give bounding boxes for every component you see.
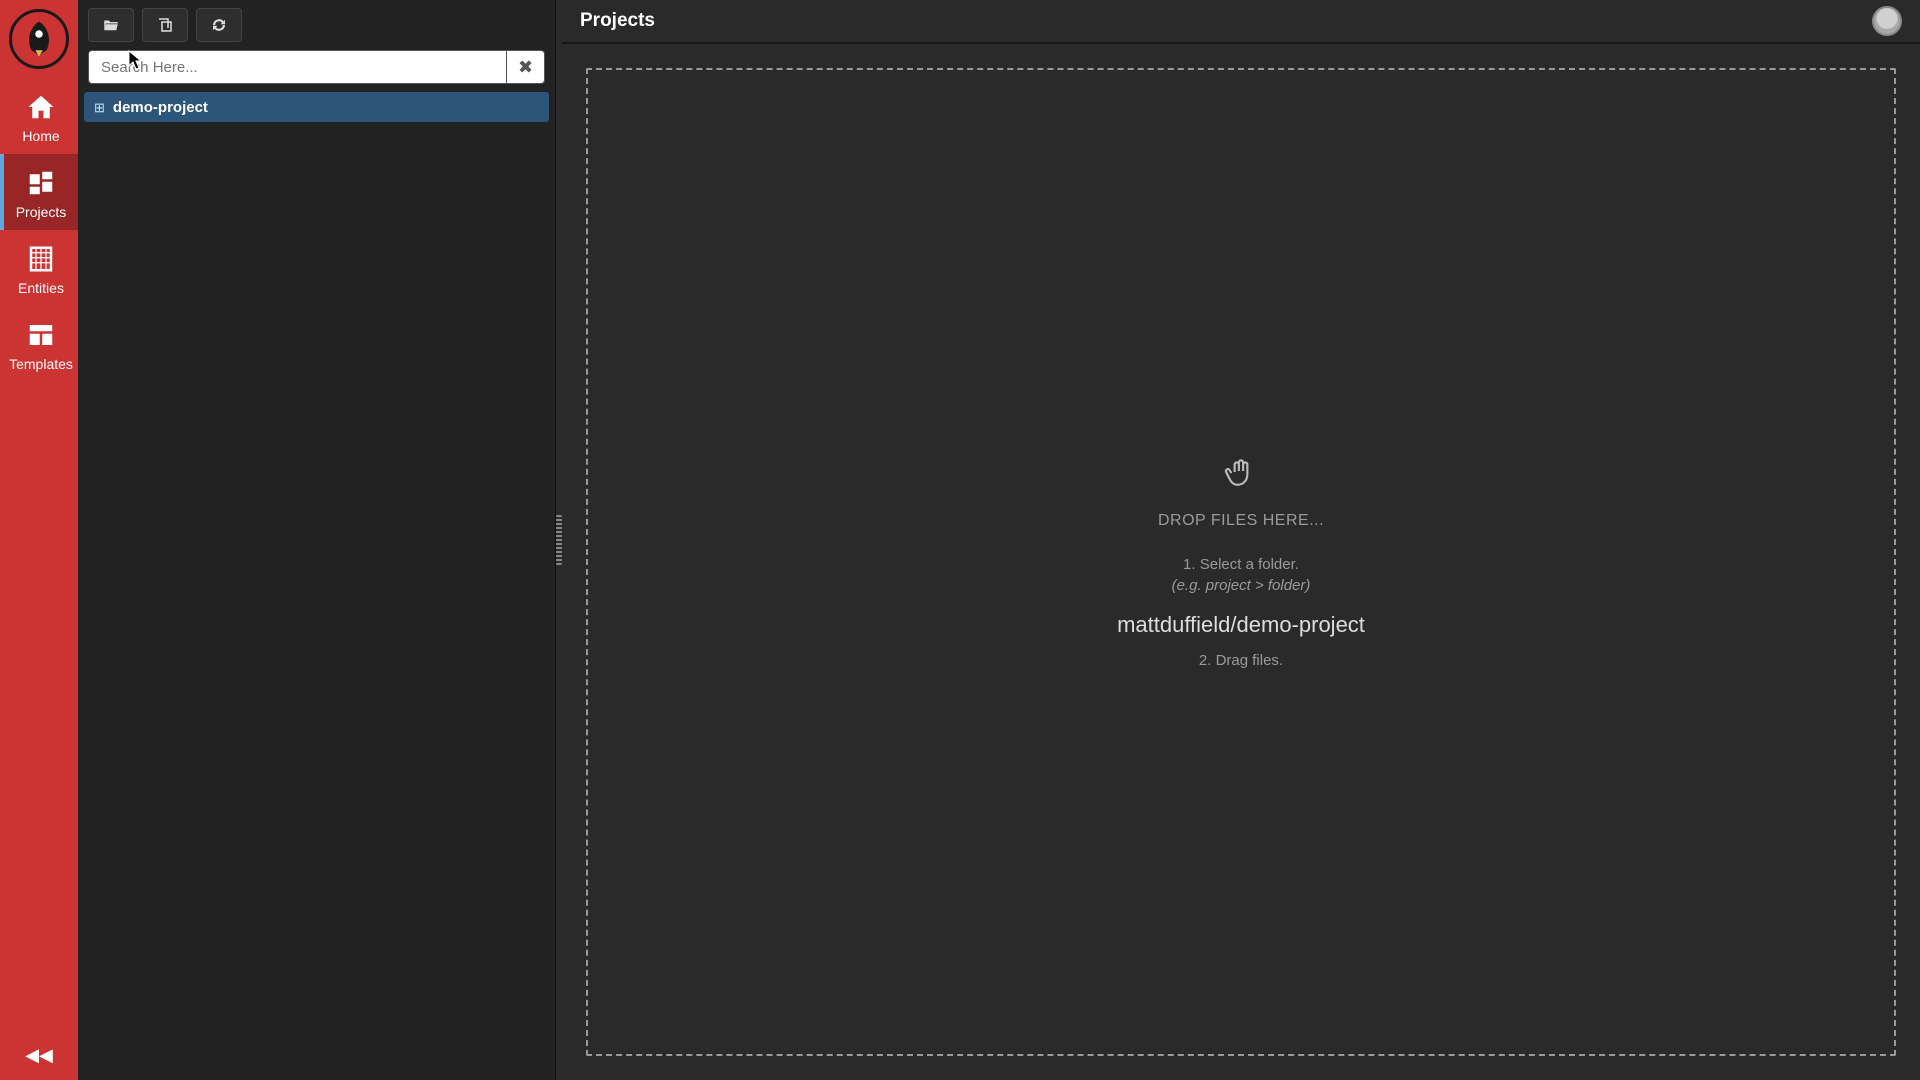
dropzone-selected-path: mattduffield/demo-project: [1117, 612, 1365, 638]
double-chevron-left-icon: ◀◀: [25, 1045, 53, 1065]
nav-item-templates[interactable]: Templates: [0, 306, 78, 382]
nav-rail: Home Projects Entities Templates ◀◀: [0, 0, 78, 1080]
search-input[interactable]: [88, 50, 507, 84]
entities-icon: [26, 244, 56, 274]
app-logo[interactable]: [0, 0, 78, 78]
nav-item-projects[interactable]: Projects: [0, 154, 78, 230]
close-icon: ✖: [518, 57, 533, 78]
open-folder-button[interactable]: [88, 8, 134, 42]
nav-item-entities[interactable]: Entities: [0, 230, 78, 306]
nav-label-templates: Templates: [9, 356, 73, 372]
main-header: Projects: [562, 0, 1920, 44]
tree-item-demo-project[interactable]: ⊞ demo-project: [84, 92, 549, 122]
nav-label-entities: Entities: [18, 280, 64, 296]
clone-icon: [156, 16, 174, 34]
dropzone-step1: 1. Select a folder.: [1183, 556, 1299, 573]
sync-button[interactable]: [196, 8, 242, 42]
expand-icon: ⊞: [94, 101, 105, 114]
user-avatar[interactable]: [1872, 6, 1902, 36]
file-dropzone[interactable]: DROP FILES HERE... 1. Select a folder. (…: [586, 68, 1896, 1056]
dropzone-headline: DROP FILES HERE...: [1158, 512, 1324, 530]
main-body: DROP FILES HERE... 1. Select a folder. (…: [562, 44, 1920, 1080]
explorer-toolbar: [78, 0, 555, 50]
search-row: ✖: [78, 50, 555, 92]
projects-icon: [26, 168, 56, 198]
explorer-panel: ✖ ⊞ demo-project: [78, 0, 556, 1080]
collapse-sidebar-button[interactable]: ◀◀: [0, 1035, 78, 1080]
nav-label-home: Home: [22, 128, 59, 144]
page-title: Projects: [580, 10, 655, 32]
dropzone-step2: 2. Drag files.: [1199, 652, 1283, 669]
dropzone-hint: (e.g. project > folder): [1172, 577, 1311, 594]
clone-button[interactable]: [142, 8, 188, 42]
grab-hand-icon: [1224, 455, 1258, 494]
search-clear-button[interactable]: ✖: [507, 50, 545, 84]
templates-icon: [26, 320, 56, 350]
sync-icon: [210, 16, 228, 34]
tree-item-label: demo-project: [113, 99, 208, 116]
nav-item-home[interactable]: Home: [0, 78, 78, 154]
nav-label-projects: Projects: [16, 204, 67, 220]
home-icon: [26, 92, 56, 122]
project-tree: ⊞ demo-project: [78, 92, 555, 122]
rocket-icon: [19, 19, 59, 59]
main-area: Projects DROP FILES HERE... 1. Select a …: [562, 0, 1920, 1080]
folder-open-icon: [102, 16, 120, 34]
